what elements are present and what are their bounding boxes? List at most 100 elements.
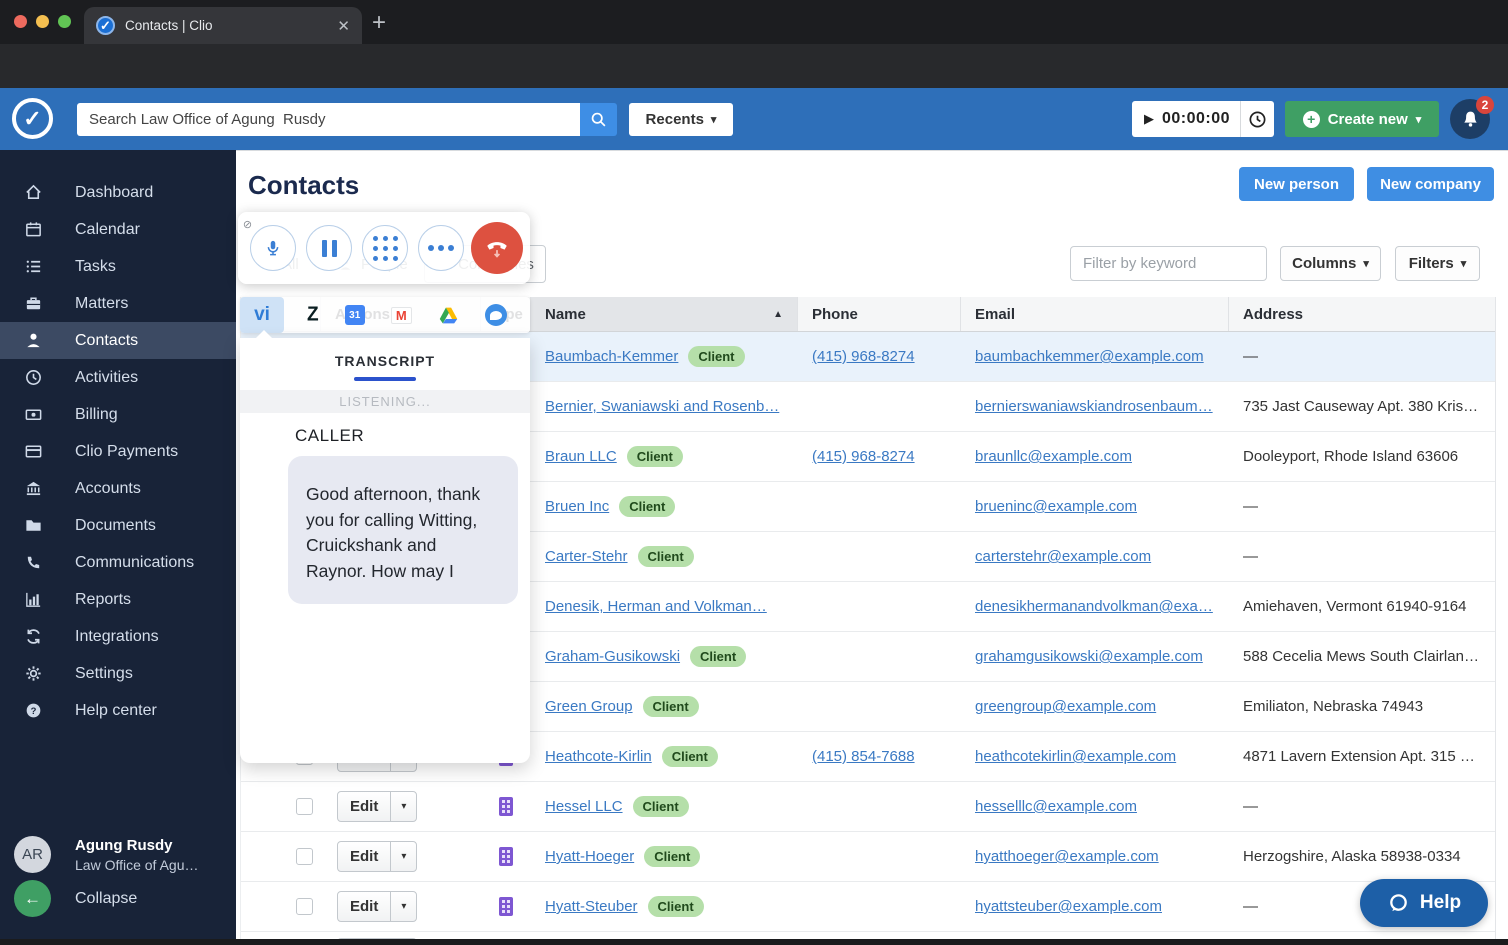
new-person-button[interactable]: New person	[1239, 167, 1354, 201]
sidebar-item-integrations[interactable]: Integrations	[0, 618, 236, 655]
filter-keyword-input[interactable]	[1070, 246, 1267, 281]
email-link[interactable]: carterstehr@example.com	[975, 548, 1151, 565]
contact-name-link[interactable]: Bruen Inc	[545, 498, 609, 515]
sidebar-item-label: Help center	[75, 702, 157, 720]
search-button[interactable]	[580, 103, 617, 136]
sidebar-item-label: Dashboard	[75, 184, 153, 202]
zendesk-icon[interactable]: Z	[307, 303, 319, 326]
gmail-icon[interactable]: M	[391, 307, 412, 324]
sidebar-item-matters[interactable]: Matters	[0, 285, 236, 322]
recents-dropdown[interactable]: Recents ▾	[629, 103, 733, 136]
call-widget-disable-icon[interactable]: ⊘	[240, 218, 255, 233]
sidebar-item-calendar[interactable]: Calendar	[0, 211, 236, 248]
contact-name-link[interactable]: Hyatt-Hoeger	[545, 848, 634, 865]
client-badge: Client	[662, 746, 718, 767]
edit-dropdown-icon[interactable]: ▾	[390, 842, 416, 871]
vi-transcription-tab[interactable]: vi	[240, 297, 284, 333]
row-checkbox[interactable]	[296, 898, 313, 915]
contact-name-link[interactable]: Braun LLC	[545, 448, 617, 465]
clio-logo[interactable]: ✓	[12, 98, 53, 139]
email-link[interactable]: denesikhermanandvolkman@exa…	[975, 598, 1213, 615]
email-link[interactable]: grahamgusikowski@example.com	[975, 648, 1203, 665]
user-profile[interactable]: AR Agung Rusdy Law Office of Agu…	[14, 836, 198, 873]
sidebar-collapse[interactable]: ← Collapse	[14, 880, 137, 917]
mute-microphone-button[interactable]	[250, 225, 296, 271]
google-drive-icon[interactable]	[438, 305, 459, 326]
email-link[interactable]: greengroup@example.com	[975, 698, 1156, 715]
email-link[interactable]: baumbachkemmer@example.com	[975, 348, 1204, 365]
timer-play-icon[interactable]: ▶	[1144, 111, 1154, 127]
hold-call-button[interactable]	[306, 225, 352, 271]
phone-link[interactable]: (415) 968-8274	[812, 448, 915, 465]
minimize-window-button[interactable]	[36, 15, 49, 28]
sidebar-item-accounts[interactable]: Accounts	[0, 470, 236, 507]
dialpad-button[interactable]	[362, 225, 408, 271]
column-header-phone[interactable]: Phone	[798, 297, 961, 331]
create-new-button[interactable]: + Create new ▾	[1285, 101, 1439, 137]
contact-name-link[interactable]: Graham-Gusikowski	[545, 648, 680, 665]
more-options-button[interactable]	[418, 225, 464, 271]
chat-app-icon[interactable]	[485, 304, 507, 326]
filters-dropdown[interactable]: Filters ▾	[1395, 246, 1480, 281]
contact-name-link[interactable]: Green Group	[545, 698, 633, 715]
sidebar-item-label: Communications	[75, 554, 194, 572]
zoom-window-button[interactable]	[58, 15, 71, 28]
person-icon	[24, 331, 43, 350]
edit-button[interactable]: Edit▾	[337, 841, 417, 872]
sidebar-item-tasks[interactable]: Tasks	[0, 248, 236, 285]
timer-clock-icon[interactable]	[1241, 110, 1274, 129]
browser-tab[interactable]: ✓ Contacts | Clio ✕	[84, 7, 362, 44]
phone-link[interactable]: (415) 968-8274	[812, 348, 915, 365]
email-link[interactable]: braunllc@example.com	[975, 448, 1132, 465]
contact-name-link[interactable]: Carter-Stehr	[545, 548, 628, 565]
close-window-button[interactable]	[14, 15, 27, 28]
email-link[interactable]: hesselllc@example.com	[975, 798, 1137, 815]
sidebar-item-documents[interactable]: Documents	[0, 507, 236, 544]
contact-name-link[interactable]: Hessel LLC	[545, 798, 623, 815]
sidebar-item-billing[interactable]: Billing	[0, 396, 236, 433]
sidebar-item-help-center[interactable]: ?Help center	[0, 692, 236, 729]
column-header-name[interactable]: Name ▲	[531, 297, 798, 331]
sidebar-item-activities[interactable]: Activities	[0, 359, 236, 396]
email-link[interactable]: hyattsteuber@example.com	[975, 898, 1162, 915]
column-header-email[interactable]: Email	[961, 297, 1229, 331]
email-link[interactable]: brueninc@example.com	[975, 498, 1137, 515]
email-link[interactable]: hyatthoeger@example.com	[975, 848, 1159, 865]
google-calendar-icon[interactable]: 31	[345, 305, 365, 325]
timer-widget[interactable]: ▶ 00:00:00	[1132, 101, 1274, 137]
sidebar-item-communications[interactable]: Communications	[0, 544, 236, 581]
edit-dropdown-icon[interactable]: ▾	[390, 892, 416, 921]
end-call-button[interactable]	[471, 222, 523, 274]
contact-name-link[interactable]: Baumbach-Kemmer	[545, 348, 678, 365]
column-header-address[interactable]: Address	[1229, 297, 1495, 331]
address-cell: Herzogshire, Alaska 58938-0334	[1229, 848, 1495, 865]
columns-dropdown[interactable]: Columns ▾	[1280, 246, 1381, 281]
contact-name-link[interactable]: Hyatt-Steuber	[545, 898, 638, 915]
global-search-input[interactable]	[77, 103, 580, 136]
tab-close-icon[interactable]: ✕	[337, 17, 350, 35]
sidebar-item-clio-payments[interactable]: Clio Payments	[0, 433, 236, 470]
sidebar-item-label: Calendar	[75, 221, 140, 239]
edit-button[interactable]: Edit▾	[337, 891, 417, 922]
email-link[interactable]: bernierswaniawskiandrosenbaum…	[975, 398, 1213, 415]
help-button[interactable]: Help	[1360, 879, 1488, 927]
phone-link[interactable]: (415) 854-7688	[812, 748, 915, 765]
email-link[interactable]: heathcotekirlin@example.com	[975, 748, 1176, 765]
sidebar-item-dashboard[interactable]: Dashboard	[0, 174, 236, 211]
sidebar-item-contacts[interactable]: Contacts	[0, 322, 236, 359]
edit-dropdown-icon[interactable]: ▾	[390, 792, 416, 821]
sidebar-item-reports[interactable]: Reports	[0, 581, 236, 618]
row-checkbox[interactable]	[296, 848, 313, 865]
collapse-arrow-icon[interactable]: ←	[14, 880, 51, 917]
contact-name-link[interactable]: Bernier, Swaniawski and Rosenb…	[545, 398, 779, 415]
edit-button[interactable]: Edit▾	[337, 791, 417, 822]
user-name: Agung Rusdy	[75, 837, 198, 854]
help-chat-icon	[1387, 892, 1410, 915]
contact-name-link[interactable]: Heathcote-Kirlin	[545, 748, 652, 765]
new-tab-button[interactable]: +	[372, 8, 386, 38]
contact-name-link[interactable]: Denesik, Herman and Volkman…	[545, 598, 767, 615]
transcript-tab[interactable]: TRANSCRIPT	[240, 338, 530, 369]
new-company-button[interactable]: New company	[1367, 167, 1494, 201]
row-checkbox[interactable]	[296, 798, 313, 815]
sidebar-item-settings[interactable]: Settings	[0, 655, 236, 692]
